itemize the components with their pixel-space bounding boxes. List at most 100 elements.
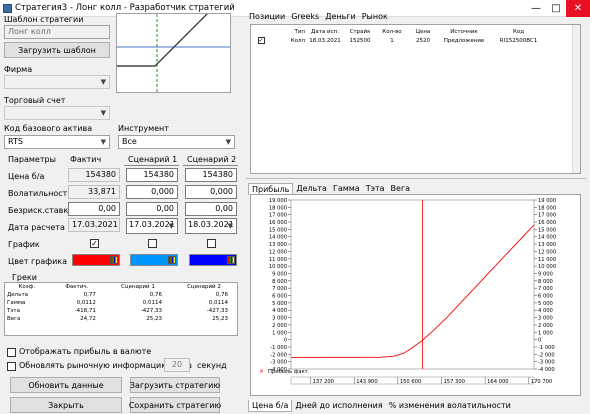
positions-col-header: Тип [294,28,305,35]
s2-price-input[interactable]: 154380 [185,168,237,182]
s2-vol-input[interactable]: 0,000 [185,185,237,199]
instrument-select[interactable]: Все ▼ [118,135,235,149]
palette-icon [168,256,176,264]
s1-graph-checkbox[interactable] [148,239,157,248]
y-tick-label: 1 000 [272,330,287,336]
greeks-title: Греки [12,273,37,282]
auto-refresh-checkbox[interactable] [7,362,16,371]
maximize-icon[interactable]: □ [546,0,566,17]
splitter[interactable] [246,178,586,179]
load-template-button[interactable]: Загрузить шаблон [4,42,110,58]
legend-label: Прибыль факт. [268,369,310,375]
s1-color-swatch[interactable] [130,254,178,266]
s1-price-input[interactable]: 154380 [126,168,178,182]
tab-greeks[interactable]: Greeks [288,11,322,22]
strategy-preview [116,0,231,93]
s2-graph-checkbox[interactable] [207,239,216,248]
y-tick-label: -3 000 [270,360,287,366]
fact-rate-input[interactable]: 0,00 [68,202,120,216]
app-icon [3,4,12,13]
row-select[interactable]: ✓ [251,36,271,45]
fact-graph-checkbox[interactable]: ✓ [90,239,99,248]
greeks-col-header: Сценарий 2 [187,284,221,290]
profit-chart: 19 000 19 00018 000 18 00017 000 17 00016 0… [259,198,556,385]
y-tick-label: 9 000 [272,271,287,277]
s1-date-picker[interactable]: 17.03.2021 ▼ [126,218,178,234]
asset-value: RTS [8,137,23,146]
profit-chart-panel: 19 000 19 000 18 000 18 000 17 000 17 000 16 0… [250,194,581,396]
divider [183,165,238,166]
show-currency-label: Отображать прибыль в валюте [19,347,152,356]
y-tick-label: 0 [538,338,541,344]
y-tick-label: 11 000 [538,257,556,263]
instrument-label: Инструмент [118,124,169,133]
close-button[interactable]: Закрыть [10,397,122,413]
greeks-col-header: Фактич. [65,284,89,290]
y-tick-label: 3 000 [538,316,553,322]
positions-col-header: Цена [415,28,431,35]
s2-rate-input[interactable]: 0,00 [185,202,237,216]
fact-vol: 33,871 [68,185,120,199]
y-tick-label: 4 000 [538,308,553,314]
minimize-icon[interactable]: — [526,0,546,17]
s2-date-picker[interactable]: 18.03.2021 ▼ [185,218,237,234]
y-tick-label: 11 000 [269,257,287,263]
y-tick-label: -2 000 [538,352,555,358]
show-currency-checkbox[interactable] [7,348,16,357]
y-tick-label: 8 000 [272,279,287,285]
update-data-button[interactable]: Обновить данные [10,377,122,393]
y-tick-label: -3 000 [538,360,555,366]
y-tick-label: 4 000 [272,308,287,314]
save-strategy-button[interactable]: Сохранить стратегию [129,397,221,413]
table-row[interactable]: ✓ Колл 18.03.2021 152500 1 2520 Предложе… [251,36,546,45]
tab-vol-change[interactable]: % изменения волатильности [386,400,514,412]
y-tick-label: 10 000 [538,264,556,270]
y-tick-label: 17 000 [538,213,556,219]
y-tick-label: 16 000 [538,220,556,226]
y-tick-label: 8 000 [538,279,553,285]
template-field[interactable]: Лонг колл [4,25,110,39]
tab-positions[interactable]: Позиции [246,11,288,22]
scenario1-header: Сценарий 1 [128,155,178,164]
x-tick-label: 170 700 [531,379,552,385]
tab-days[interactable]: Дней до исполнения [292,400,385,412]
greeks-col-header: Сценарий 1 [121,284,155,290]
y-tick-label: 18 000 [269,205,287,211]
y-tick-label: 12 000 [269,249,287,255]
s1-vol-input[interactable]: 0,000 [126,185,178,199]
tab-price[interactable]: Цена б/а [248,400,293,412]
positions-col-header: Страйк [349,28,371,35]
x-tick-label: 164 000 [487,379,508,385]
fact-date: 17.03.2021 [68,218,120,232]
cell-code: RI152500BC1 [499,37,538,44]
y-tick-label: -4 000 [538,367,555,373]
cell-source: Предложение [443,37,485,44]
instrument-value: Все [122,137,137,146]
account-select[interactable]: ▼ [4,106,110,120]
positions-col-header [251,27,271,36]
y-tick-label: 1 000 [538,330,553,336]
tab-market[interactable]: Рынок [359,11,391,22]
s2-color-swatch[interactable] [189,254,237,266]
greek-value: -427,33 [206,308,228,314]
tab-money[interactable]: Деньги [322,11,359,22]
greek-value: -427,33 [140,308,162,314]
refresh-unit-label: секунд [197,361,227,370]
x-tick-label: 137 200 [313,379,334,385]
greek-name: Дельта [7,292,29,298]
row-checkbox[interactable]: ✓ [257,37,265,44]
top-tabs: Позиции Greeks Деньги Рынок [246,11,391,22]
close-icon[interactable]: ✕ [566,0,590,17]
load-strategy-button[interactable]: Загрузить стратегию [130,377,220,393]
y-tick-label: 6 000 [272,294,287,300]
positions-scrollbar[interactable] [572,25,580,173]
refresh-interval-input[interactable]: 20 [164,358,190,372]
asset-select[interactable]: RTS ▼ [4,135,110,149]
positions-col-header: Кол-во [382,28,402,35]
greek-value: 0,0114 [142,300,162,306]
y-tick-label: 19 000 [269,198,287,204]
fact-color-swatch[interactable] [72,254,120,266]
s1-rate-input[interactable]: 0,00 [126,202,178,216]
greek-value: 0,0114 [208,300,228,306]
firm-select[interactable]: ▼ [4,75,110,89]
